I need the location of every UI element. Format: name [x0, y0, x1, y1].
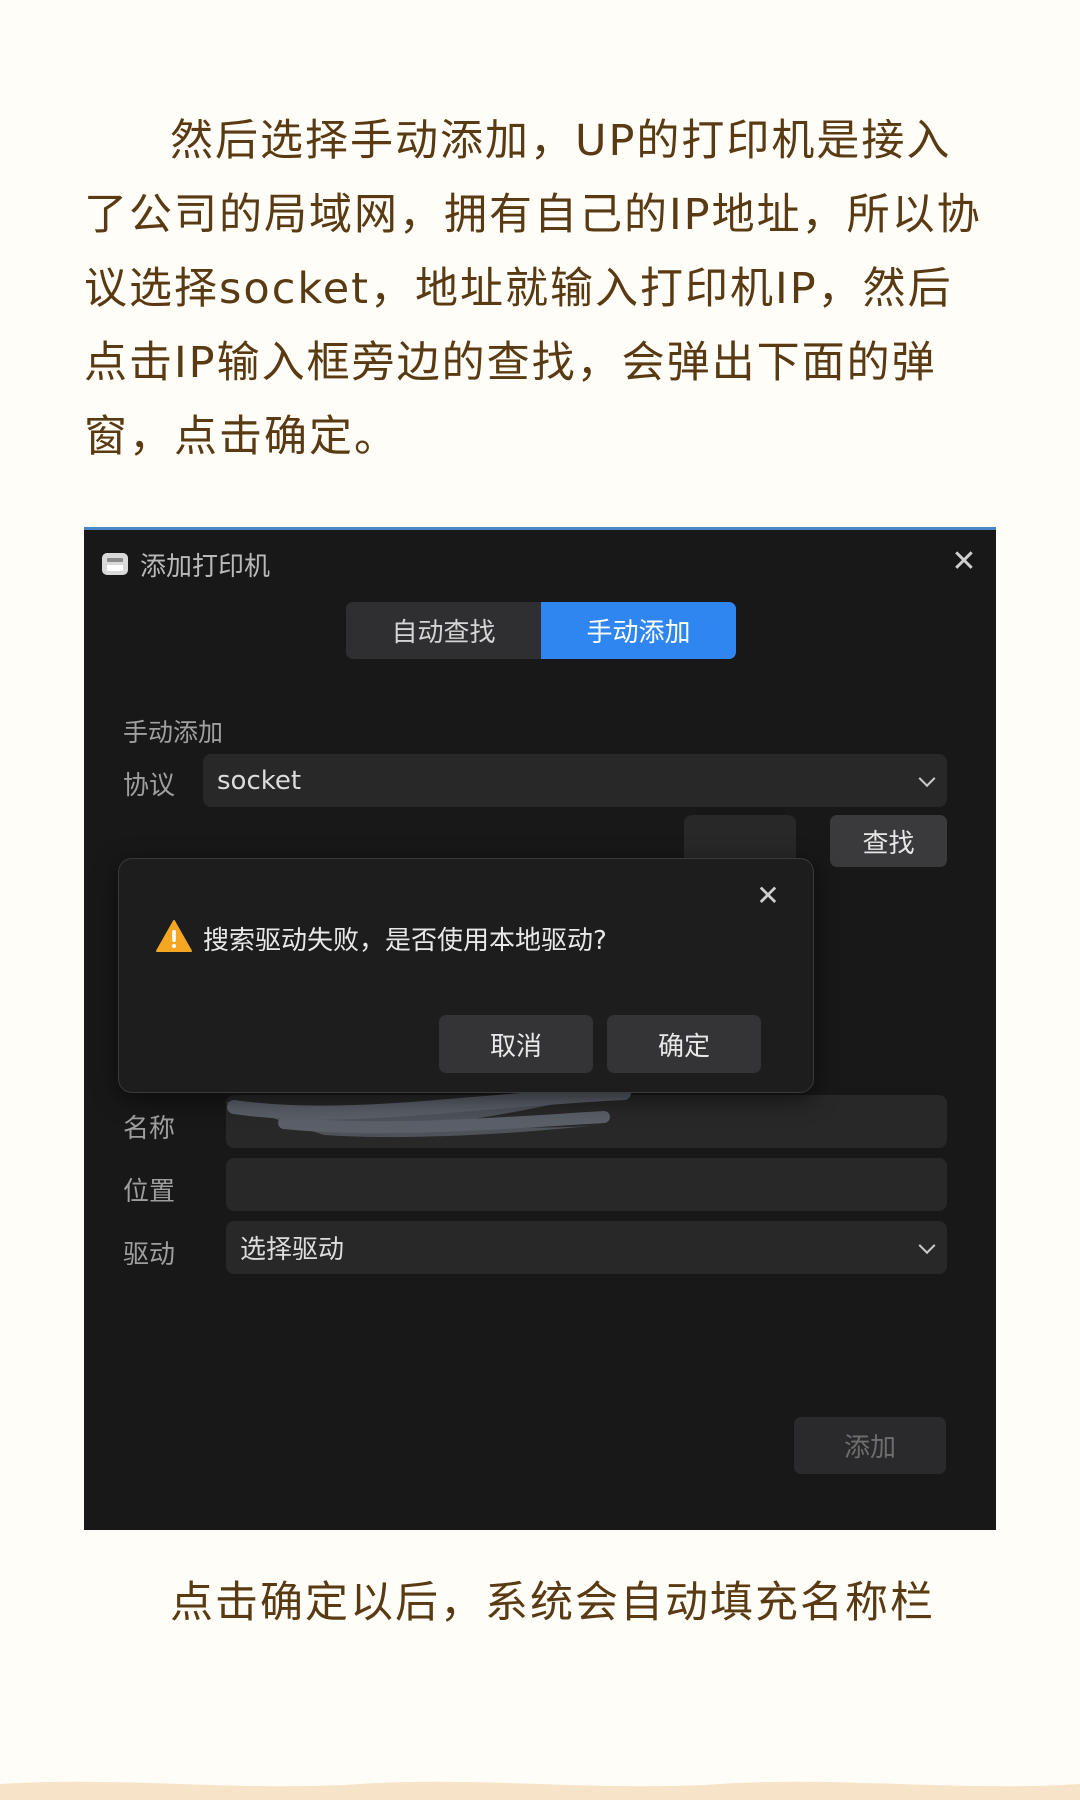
dialog-message: 搜索驱动失败，是否使用本地驱动? [203, 925, 607, 956]
confirm-button[interactable]: 确定 [607, 1015, 761, 1073]
window-close-icon[interactable]: ✕ [948, 547, 980, 579]
tab-auto-find[interactable]: 自动查找 [346, 602, 541, 659]
add-printer-window-screenshot: 添加打印机 ✕ 自动查找 手动添加 手动添加 协议 socket 查找 名称 位… [84, 527, 996, 1530]
name-input[interactable] [226, 1095, 947, 1148]
protocol-select[interactable]: socket [203, 754, 947, 807]
article-paragraph-bottom: 点击确定以后，系统会自动填充名称栏 [170, 1578, 935, 1628]
window-title: 添加打印机 [140, 551, 271, 582]
confirm-dialog: ✕ 搜索驱动失败，是否使用本地驱动? 取消 确定 [118, 858, 814, 1093]
section-title: 手动添加 [123, 718, 224, 747]
driver-value: 选择驱动 [240, 1235, 345, 1265]
chevron-down-icon [918, 769, 936, 787]
warning-icon [155, 919, 193, 957]
find-button[interactable]: 查找 [830, 815, 947, 867]
name-label: 名称 [123, 1114, 176, 1144]
mode-tabs: 自动查找 手动添加 [346, 602, 736, 659]
add-button[interactable]: 添加 [794, 1417, 946, 1474]
dialog-message-row: 搜索驱动失败，是否使用本地驱动? [155, 919, 607, 957]
window-top-edge [84, 527, 996, 530]
dialog-close-icon[interactable]: ✕ [753, 881, 783, 911]
driver-label: 驱动 [123, 1240, 176, 1270]
driver-select[interactable]: 选择驱动 [226, 1221, 947, 1274]
protocol-value: socket [217, 765, 302, 796]
article-paragraph-top: 然后选择手动添加，UP的打印机是接入了公司的局域网，拥有自己的IP地址，所以协议… [84, 104, 996, 474]
paragraph-top-text: 然后选择手动添加，UP的打印机是接入了公司的局域网，拥有自己的IP地址，所以协议… [84, 116, 982, 462]
decorative-wave-border [0, 1781, 1080, 1800]
location-label: 位置 [123, 1177, 176, 1207]
window-title-bar: 添加打印机 [100, 545, 270, 583]
chevron-down-icon [918, 1236, 936, 1254]
protocol-label: 协议 [123, 771, 176, 801]
printer-icon [100, 549, 130, 579]
location-input[interactable] [226, 1158, 947, 1211]
cancel-button[interactable]: 取消 [439, 1015, 593, 1073]
tab-manual-add[interactable]: 手动添加 [541, 602, 736, 659]
